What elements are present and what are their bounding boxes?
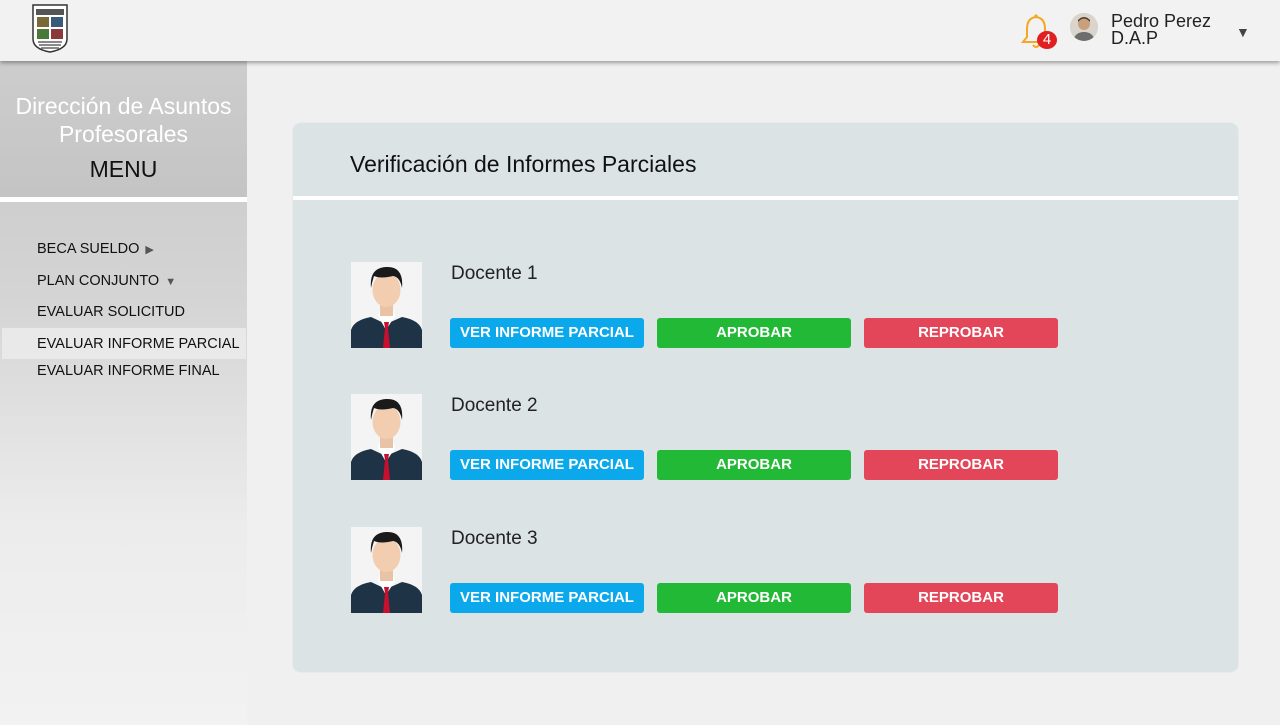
teacher-row: Docente 2 VER INFORME PARCIAL APROBAR RE… bbox=[351, 394, 1211, 484]
sidebar-item-label: EVALUAR INFORME FINAL bbox=[37, 363, 220, 379]
reject-button[interactable]: REPROBAR bbox=[864, 450, 1058, 480]
teacher-name: Docente 3 bbox=[451, 528, 538, 549]
menu-label: MENU bbox=[89, 156, 158, 182]
sidebar-title: Dirección de Asuntos Profesorales bbox=[0, 92, 247, 148]
card-divider bbox=[293, 196, 1238, 200]
sidebar-item-plan-conjunto[interactable]: PLAN CONJUNTO ▼ bbox=[37, 273, 176, 289]
chevron-right-icon: ▶ bbox=[145, 244, 154, 256]
person-avatar-icon bbox=[351, 262, 422, 348]
page-title: Verificación de Informes Parciales bbox=[350, 151, 697, 177]
sidebar-item-label: PLAN CONJUNTO bbox=[37, 273, 160, 289]
sidebar-title-line-1: Dirección de Asuntos bbox=[15, 93, 232, 119]
teacher-avatar bbox=[351, 394, 422, 480]
approve-button[interactable]: APROBAR bbox=[657, 450, 851, 480]
chevron-down-icon: ▼ bbox=[165, 276, 177, 288]
teacher-row: Docente 3 VER INFORME PARCIAL APROBAR RE… bbox=[351, 527, 1211, 617]
sidebar-title-line-2: Profesorales bbox=[58, 121, 189, 147]
approve-button[interactable]: APROBAR bbox=[657, 583, 851, 613]
chevron-down-icon[interactable]: ▼ bbox=[1236, 24, 1250, 40]
view-report-button[interactable]: VER INFORME PARCIAL bbox=[450, 450, 644, 480]
sidebar-item-label: EVALUAR SOLICITUD bbox=[37, 304, 185, 320]
user-role: D.A.P bbox=[1111, 28, 1159, 48]
sidebar-item-label: EVALUAR INFORME PARCIAL bbox=[37, 336, 240, 352]
person-avatar-icon bbox=[351, 394, 422, 480]
notification-badge: 4 bbox=[1037, 31, 1057, 49]
reject-button[interactable]: REPROBAR bbox=[864, 583, 1058, 613]
sidebar-item-beca-sueldo[interactable]: BECA SUELDO ▶ bbox=[37, 241, 154, 257]
sidebar: Dirección de Asuntos Profesorales MENU B… bbox=[0, 61, 247, 725]
teacher-avatar bbox=[351, 262, 422, 348]
user-avatar[interactable] bbox=[1070, 13, 1098, 41]
sidebar-item-label: BECA SUELDO bbox=[37, 241, 140, 257]
institution-logo-icon[interactable] bbox=[30, 3, 70, 53]
sidebar-item-evaluar-informe-parcial[interactable]: EVALUAR INFORME PARCIAL bbox=[37, 336, 240, 352]
sidebar-header: Dirección de Asuntos Profesorales MENU bbox=[0, 61, 247, 197]
sidebar-divider bbox=[0, 197, 247, 202]
reject-button[interactable]: REPROBAR bbox=[864, 318, 1058, 348]
teacher-name: Docente 2 bbox=[451, 395, 538, 416]
teacher-row: Docente 1 VER INFORME PARCIAL APROBAR RE… bbox=[351, 262, 1211, 352]
sidebar-item-evaluar-solicitud[interactable]: EVALUAR SOLICITUD bbox=[37, 304, 185, 320]
approve-button[interactable]: APROBAR bbox=[657, 318, 851, 348]
view-report-button[interactable]: VER INFORME PARCIAL bbox=[450, 318, 644, 348]
view-report-button[interactable]: VER INFORME PARCIAL bbox=[450, 583, 644, 613]
teacher-avatar bbox=[351, 527, 422, 613]
reports-card: Verificación de Informes Parciales Docen… bbox=[292, 122, 1239, 673]
person-avatar-icon bbox=[351, 527, 422, 613]
user-avatar-icon bbox=[1070, 13, 1098, 41]
sidebar-item-evaluar-informe-final[interactable]: EVALUAR INFORME FINAL bbox=[37, 363, 220, 379]
top-bar: 4 Pedro Perez D.A.P ▼ bbox=[0, 0, 1280, 61]
teacher-name: Docente 1 bbox=[451, 263, 538, 284]
